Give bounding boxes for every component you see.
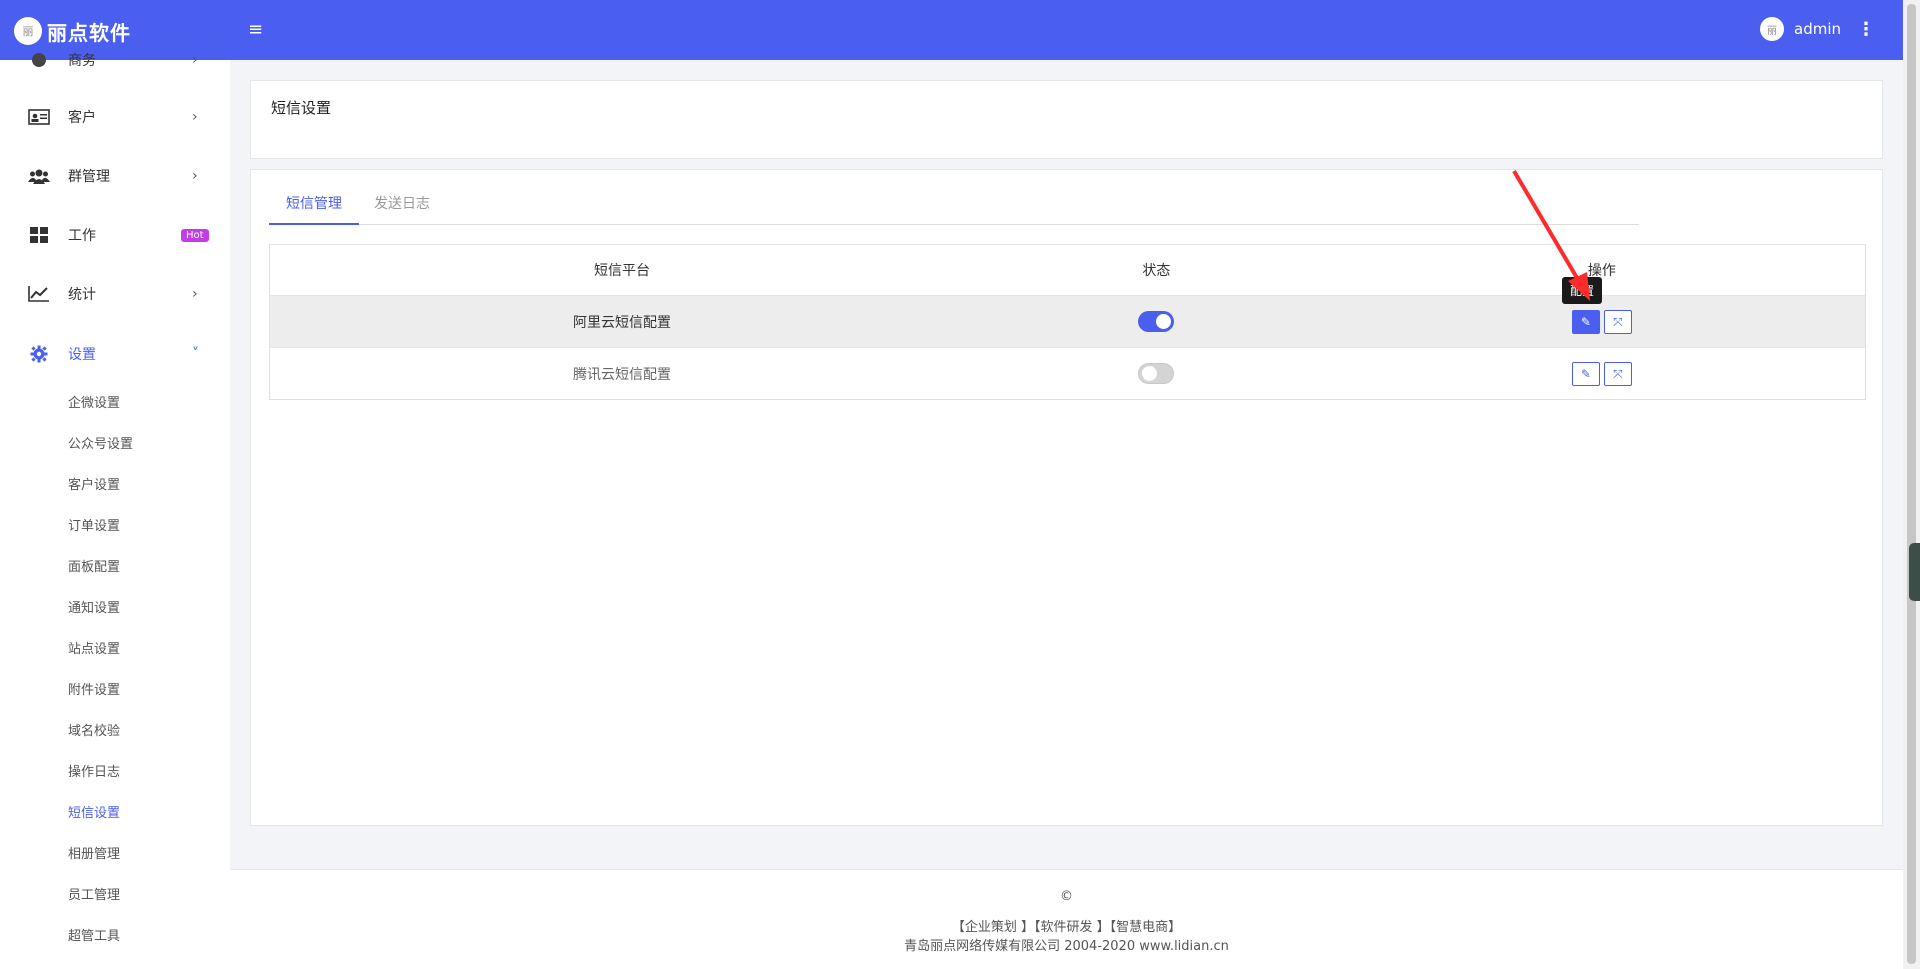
- sidebar: 商务 › 客户 › 群管理 › 工作 Hot 统计 › 设置 ˅ 企微设置 公众…: [0, 52, 230, 969]
- sidebar-sub-item[interactable]: 订单设置: [68, 515, 120, 534]
- sidebar-item-business[interactable]: 商务 ›: [0, 40, 230, 80]
- sidebar-sub-item[interactable]: 附件设置: [68, 679, 120, 698]
- sidebar-sub-item[interactable]: 企微设置: [68, 392, 120, 411]
- sidebar-sub-item-active[interactable]: 短信设置: [68, 802, 120, 821]
- sidebar-sub-item[interactable]: 超管工具: [68, 925, 120, 944]
- more-icon[interactable]: ⋮: [1857, 19, 1875, 40]
- sidebar-sub-item[interactable]: 通知设置: [68, 597, 120, 616]
- sidebar-item-label: 设置: [68, 347, 96, 363]
- chevron-right-icon: ›: [192, 168, 198, 184]
- scrollbar-thumb[interactable]: [1907, 4, 1916, 964]
- hot-badge: Hot: [181, 228, 209, 242]
- scrollbar[interactable]: [1903, 0, 1920, 969]
- line-chart-icon: [28, 284, 50, 304]
- side-widget-handle[interactable]: [1909, 543, 1920, 601]
- status-cell: [974, 347, 1339, 400]
- sidebar-item-label: 统计: [68, 287, 96, 303]
- tab-sms-management[interactable]: 短信管理: [269, 190, 359, 225]
- sidebar-sub-item[interactable]: 站点设置: [68, 638, 120, 657]
- sidebar-item-label: 商务: [68, 53, 96, 69]
- chevron-right-icon: ›: [192, 109, 198, 125]
- top-bar: 丽 丽点软件 ≡ 丽 admin ⋮: [0, 0, 1903, 60]
- table-header-row: 短信平台 状态 操作: [269, 244, 1866, 296]
- menu-toggle-icon[interactable]: ≡: [248, 19, 263, 40]
- sidebar-item-customer[interactable]: 客户 ›: [0, 97, 230, 137]
- grid-icon: [28, 225, 50, 245]
- arrow-head: [1568, 272, 1590, 301]
- toggle-knob: [1156, 314, 1172, 329]
- sidebar-sub-item[interactable]: 公众号设置: [68, 433, 133, 452]
- user-menu[interactable]: 丽 admin ⋮: [1760, 17, 1875, 41]
- avatar: 丽: [1760, 17, 1784, 41]
- toggle-knob: [1142, 366, 1158, 381]
- column-header-platform: 短信平台: [269, 244, 975, 296]
- sidebar-sub-item[interactable]: 面板配置: [68, 556, 120, 575]
- company-info: 青岛丽点网络传媒有限公司 2004-2020 www.lidian.cn: [904, 939, 1229, 954]
- status-toggle[interactable]: [1138, 363, 1175, 384]
- actions-cell: ✎ ⤧: [1338, 295, 1866, 348]
- title-card: 短信设置: [250, 80, 1883, 159]
- sidebar-sub-item[interactable]: 客户设置: [68, 474, 120, 493]
- copyright: ©: [1060, 889, 1073, 904]
- arrow-shaft: [1512, 169, 1582, 285]
- tab-bar: 短信管理 发送日志: [269, 190, 1639, 225]
- users-icon: [28, 166, 50, 186]
- sidebar-item-label: 群管理: [68, 169, 110, 185]
- sidebar-sub-item[interactable]: 员工管理: [68, 884, 120, 903]
- sidebar-item-label: 工作: [68, 228, 96, 244]
- sidebar-item-work[interactable]: 工作 Hot: [0, 215, 230, 255]
- gear-icon: [28, 344, 50, 364]
- id-card-icon: [28, 107, 50, 127]
- status-toggle[interactable]: [1138, 311, 1175, 332]
- sidebar-sub-item[interactable]: 域名校验: [68, 720, 120, 739]
- footer: © 【企业策划 】【软件研发 】【智慧电商】 青岛丽点网络传媒有限公司 2004…: [230, 869, 1903, 969]
- edit-config-button[interactable]: ✎: [1571, 361, 1600, 386]
- table-row: 腾讯云短信配置 ✎ ⤧: [269, 347, 1866, 400]
- expand-button[interactable]: ⤧: [1603, 309, 1632, 334]
- table-row: 阿里云短信配置 ✎ ⤧: [269, 295, 1866, 348]
- chevron-right-icon: ›: [192, 286, 198, 302]
- page-title: 短信设置: [271, 99, 332, 117]
- footer-links[interactable]: 【企业策划 】【软件研发 】【智慧电商】: [230, 916, 1903, 935]
- tab-send-log[interactable]: 发送日志: [357, 190, 447, 225]
- chevron-right-icon: ›: [192, 52, 198, 68]
- expand-button[interactable]: ⤧: [1603, 361, 1632, 386]
- status-cell: [974, 295, 1339, 348]
- username[interactable]: admin: [1794, 20, 1841, 38]
- sidebar-item-groups[interactable]: 群管理 ›: [0, 156, 230, 196]
- chevron-down-icon: ˅: [192, 346, 199, 362]
- circle-icon: [28, 50, 50, 70]
- column-header-status: 状态: [974, 244, 1339, 296]
- actions-cell: ✎ ⤧: [1338, 347, 1866, 400]
- main-card: 短信管理 发送日志 短信平台 状态 操作 阿里云短信配置 ✎ ⤧ 腾讯云短信配置…: [250, 169, 1883, 826]
- sidebar-item-statistics[interactable]: 统计 ›: [0, 274, 230, 314]
- annotation-arrow: [1512, 169, 1590, 301]
- sidebar-item-settings[interactable]: 设置 ˅: [0, 334, 230, 374]
- platform-cell: 腾讯云短信配置: [269, 347, 975, 400]
- sidebar-sub-item[interactable]: 操作日志: [68, 761, 120, 780]
- sms-platform-table: 短信平台 状态 操作 阿里云短信配置 ✎ ⤧ 腾讯云短信配置 ✎ ⤧: [269, 244, 1866, 400]
- sidebar-item-label: 客户: [68, 110, 96, 126]
- platform-cell: 阿里云短信配置: [269, 295, 975, 348]
- sidebar-sub-item[interactable]: 相册管理: [68, 843, 120, 862]
- column-header-actions: 操作: [1338, 244, 1866, 296]
